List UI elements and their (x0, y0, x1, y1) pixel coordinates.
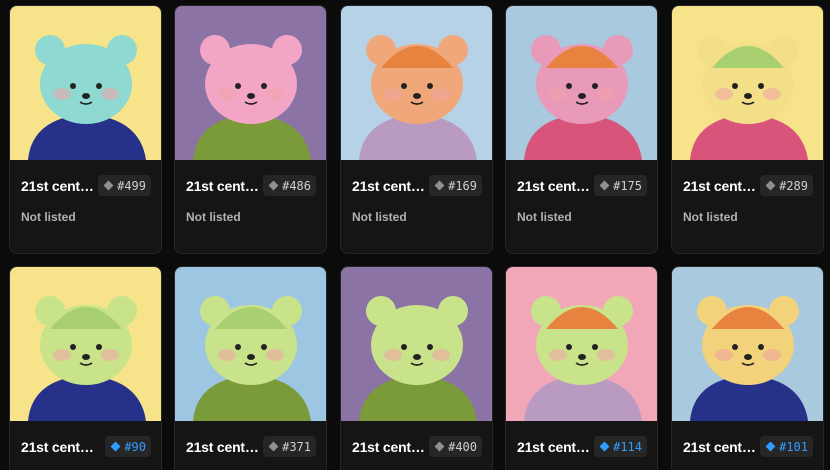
nft-card[interactable]: 21st century Bear #169 Not listed (340, 5, 493, 254)
nft-title[interactable]: 21st century Bear (352, 178, 432, 194)
token-number: #169 (448, 178, 477, 193)
token-number: #175 (613, 178, 642, 193)
nft-image[interactable] (175, 6, 326, 160)
token-number: #486 (282, 178, 311, 193)
nft-image[interactable] (506, 267, 657, 421)
listing-status: Not listed (683, 210, 738, 224)
bear-illustration-icon (341, 267, 492, 421)
nft-title[interactable]: 21st century Bear (21, 439, 101, 455)
nft-image[interactable] (10, 267, 161, 421)
nft-title[interactable]: 21st century Bear (186, 439, 266, 455)
bear-illustration-icon (506, 267, 657, 421)
token-number-badge: #101 (760, 436, 813, 457)
bear-illustration-icon (672, 6, 823, 160)
diamond-icon (434, 180, 445, 191)
token-number: #90 (124, 439, 146, 454)
nft-card[interactable]: 21st century Bear #499 Not listed (9, 5, 162, 254)
diamond-icon (765, 441, 776, 452)
token-number-badge: #486 (263, 175, 316, 196)
token-number-badge: #169 (429, 175, 482, 196)
token-number-badge: #400 (429, 436, 482, 457)
diamond-icon (110, 441, 121, 452)
nft-card[interactable]: 21st century Bear #101 (671, 266, 824, 470)
token-number: #114 (613, 439, 642, 454)
nft-title[interactable]: 21st century Bear (517, 178, 597, 194)
bear-illustration-icon (341, 6, 492, 160)
token-number-badge: #289 (760, 175, 813, 196)
nft-title[interactable]: 21st century Bear (683, 178, 763, 194)
diamond-icon (765, 180, 776, 191)
nft-image[interactable] (506, 6, 657, 160)
token-number-badge: #90 (105, 436, 151, 457)
nft-title[interactable]: 21st century Bear (21, 178, 101, 194)
token-number: #101 (779, 439, 808, 454)
listing-status: Not listed (21, 210, 76, 224)
diamond-icon (434, 441, 445, 452)
nft-card[interactable]: 21st century Bear #371 (174, 266, 327, 470)
bear-illustration-icon (506, 6, 657, 160)
nft-image[interactable] (341, 267, 492, 421)
nft-card[interactable]: 21st century Bear #90 (9, 266, 162, 470)
token-number-badge: #499 (98, 175, 151, 196)
nft-card[interactable]: 21st century Bear #400 (340, 266, 493, 470)
bear-illustration-icon (175, 267, 326, 421)
nft-image[interactable] (672, 267, 823, 421)
bear-illustration-icon (10, 6, 161, 160)
diamond-icon (268, 180, 279, 191)
nft-card[interactable]: 21st century Bear #289 Not listed (671, 5, 824, 254)
token-number: #371 (282, 439, 311, 454)
token-number-badge: #175 (594, 175, 647, 196)
diamond-icon (599, 441, 610, 452)
token-number: #400 (448, 439, 477, 454)
bear-illustration-icon (10, 267, 161, 421)
bear-illustration-icon (175, 6, 326, 160)
diamond-icon (268, 441, 279, 452)
token-number: #499 (117, 178, 146, 193)
diamond-icon (103, 180, 114, 191)
token-number-badge: #114 (594, 436, 647, 457)
bear-illustration-icon (672, 267, 823, 421)
nft-image[interactable] (341, 6, 492, 160)
token-number-badge: #371 (263, 436, 316, 457)
nft-image[interactable] (175, 267, 326, 421)
nft-image[interactable] (672, 6, 823, 160)
token-number: #289 (779, 178, 808, 193)
diamond-icon (599, 180, 610, 191)
nft-title[interactable]: 21st century Bear (352, 439, 432, 455)
nft-title[interactable]: 21st century Bear (517, 439, 597, 455)
nft-title[interactable]: 21st century Bear (683, 439, 763, 455)
listing-status: Not listed (517, 210, 572, 224)
nft-title[interactable]: 21st century Bear (186, 178, 266, 194)
nft-card[interactable]: 21st century Bear #175 Not listed (505, 5, 658, 254)
nft-card[interactable]: 21st century Bear #114 (505, 266, 658, 470)
nft-image[interactable] (10, 6, 161, 160)
listing-status: Not listed (186, 210, 241, 224)
listing-status: Not listed (352, 210, 407, 224)
nft-card[interactable]: 21st century Bear #486 Not listed (174, 5, 327, 254)
